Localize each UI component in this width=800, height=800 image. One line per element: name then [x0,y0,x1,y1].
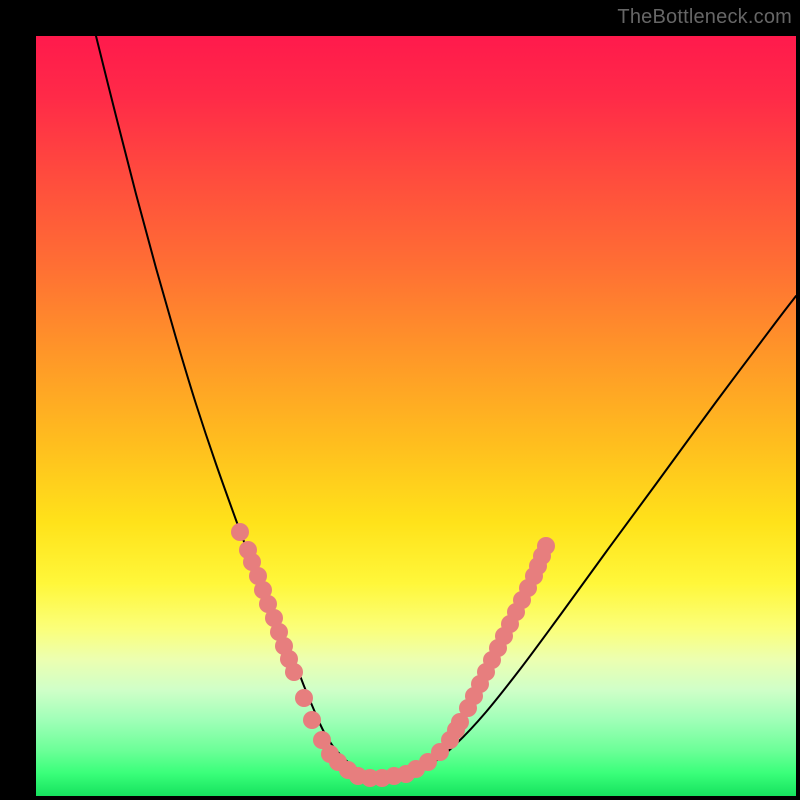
marker-dot [231,523,249,541]
bottleneck-curve [96,36,796,776]
curve-svg [36,36,796,796]
marker-dot [285,663,303,681]
marker-dot [295,689,313,707]
chart-frame: TheBottleneck.com [0,0,800,800]
marker-dot [303,711,321,729]
watermark-text: TheBottleneck.com [617,6,792,29]
plot-area [36,36,796,796]
marker-dot [537,537,555,555]
marker-dot-group [231,523,555,787]
